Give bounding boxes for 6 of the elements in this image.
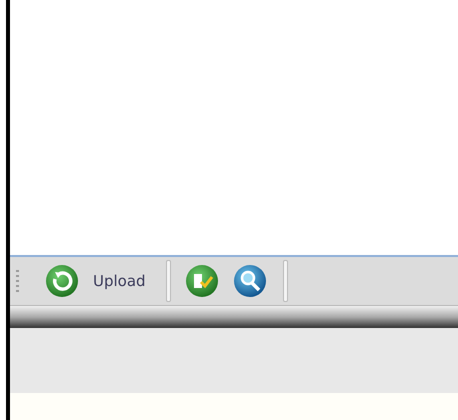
upload-button[interactable]: Upload	[45, 264, 146, 298]
check-button[interactable]	[184, 264, 219, 298]
upload-icon	[45, 264, 79, 298]
toolbar-grip[interactable]	[16, 270, 19, 292]
search-button[interactable]	[232, 264, 267, 298]
splitter-bar[interactable]	[10, 306, 458, 328]
